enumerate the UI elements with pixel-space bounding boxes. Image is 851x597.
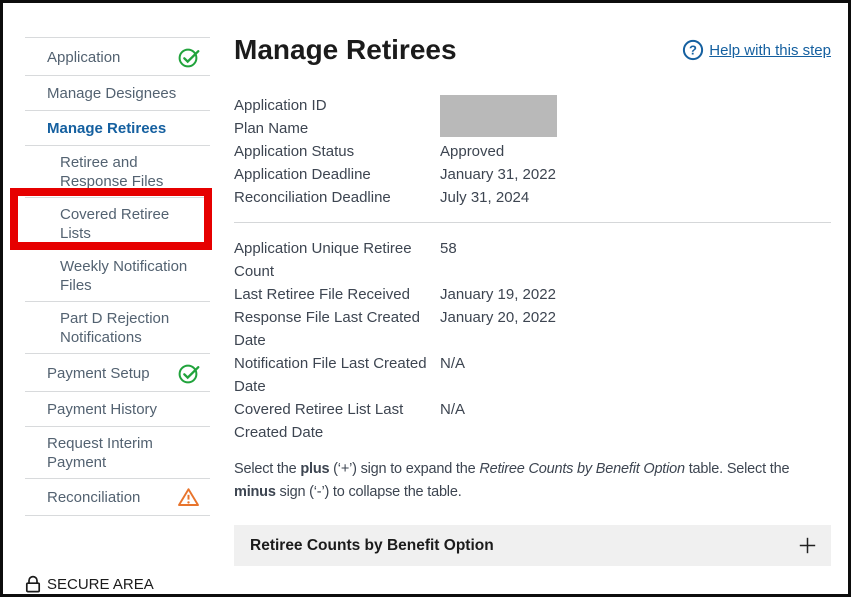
detail-label: Reconciliation Deadline (234, 186, 440, 209)
sidebar-item-weekly-notification-files[interactable]: Weekly Notification Files (25, 250, 210, 301)
instruction-segment: table. Select the (685, 461, 789, 477)
sidebar-item-payment-setup[interactable]: Payment Setup (25, 354, 210, 391)
sidebar-item-payment-history-row: Payment History (25, 391, 210, 426)
sidebar-list: Application Manage Designees Manage Reti… (25, 37, 210, 516)
check-circle-icon (178, 46, 200, 68)
detail-value: N/A (440, 398, 831, 444)
sidebar-item-application-row: Application (25, 37, 210, 75)
detail-row-last-retiree-file: Last Retiree File Received January 19, 2… (234, 283, 831, 306)
sidebar-item-application[interactable]: Application (25, 38, 210, 75)
detail-value: Approved (440, 140, 831, 163)
sidebar-item-reconciliation-link[interactable]: Reconciliation (47, 488, 140, 507)
sidebar-item-manage-designees-link[interactable]: Manage Designees (47, 84, 176, 103)
instruction-text: Select the plus (‘+’) sign to expand the… (234, 458, 831, 504)
sidebar-item-request-interim-payment[interactable]: Request Interim Payment (25, 427, 210, 478)
svg-text:?: ? (689, 43, 697, 58)
detail-label: Covered Retiree List Last Created Date (234, 398, 440, 444)
detail-label: Application Deadline (234, 163, 440, 186)
sidebar-item-retiree-response-files-link[interactable]: Retiree and Response Files (60, 153, 200, 191)
accordion-title: Retiree Counts by Benefit Option (250, 537, 494, 555)
detail-label: Plan Name (234, 117, 440, 140)
application-summary-bottom: Application Unique Retiree Count 58 Last… (234, 237, 831, 444)
sidebar-item-manage-retirees-row: Manage Retirees (25, 110, 210, 145)
detail-label: Application ID (234, 94, 440, 117)
sidebar-item-part-d-rejection-row: Part D Rejection Notifications (25, 301, 210, 353)
detail-row-application-status: Application Status Approved (234, 140, 831, 163)
detail-row-application-deadline: Application Deadline January 31, 2022 (234, 163, 831, 186)
instruction-segment-italic: Retiree Counts by Benefit Option (479, 461, 685, 477)
application-summary-top: Application ID Plan Name Application Sta… (234, 94, 831, 209)
detail-label: Response File Last Created Date (234, 306, 440, 352)
instruction-segment: (‘+’) sign to expand the (329, 461, 479, 477)
detail-label: Application Status (234, 140, 440, 163)
sidebar-item-weekly-notification-files-row: Weekly Notification Files (25, 249, 210, 301)
sidebar-item-reconciliation[interactable]: Reconciliation (25, 479, 210, 515)
sidebar-item-payment-history[interactable]: Payment History (25, 392, 210, 426)
sidebar-item-request-interim-payment-link[interactable]: Request Interim Payment (47, 434, 200, 472)
sidebar-item-part-d-rejection-notifications[interactable]: Part D Rejection Notifications (25, 302, 210, 353)
help-link-label[interactable]: Help with this step (709, 42, 831, 59)
help-link[interactable]: ? Help with this step (682, 39, 831, 61)
sidebar-item-reconciliation-row: Reconciliation (25, 478, 210, 516)
sidebar-item-manage-designees[interactable]: Manage Designees (25, 76, 210, 110)
detail-value: January 31, 2022 (440, 163, 831, 186)
sidebar-item-part-d-rejection-notifications-link[interactable]: Part D Rejection Notifications (60, 309, 200, 347)
help-question-icon: ? (682, 39, 704, 61)
detail-value: N/A (440, 352, 831, 398)
redacted-value-box (440, 95, 557, 137)
instruction-segment: Select the (234, 461, 300, 477)
detail-row-covered-retiree-list-date: Covered Retiree List Last Created Date N… (234, 398, 831, 444)
detail-label: Application Unique Retiree Count (234, 237, 440, 283)
detail-value: January 20, 2022 (440, 306, 831, 352)
detail-label: Last Retiree File Received (234, 283, 440, 306)
app-window: Application Manage Designees Manage Reti… (0, 0, 851, 597)
warning-triangle-icon (177, 487, 200, 508)
retiree-counts-accordion[interactable]: Retiree Counts by Benefit Option (234, 525, 831, 566)
sidebar-item-manage-retirees-link[interactable]: Manage Retirees (47, 119, 166, 138)
covered-retiree-lists-highlight-annotation (10, 188, 212, 250)
lock-icon (25, 575, 41, 593)
sidebar-item-manage-retirees[interactable]: Manage Retirees (25, 111, 210, 145)
detail-row-reconciliation-deadline: Reconciliation Deadline July 31, 2024 (234, 186, 831, 209)
sidebar-item-manage-designees-row: Manage Designees (25, 75, 210, 110)
sidebar-item-payment-setup-row: Payment Setup (25, 353, 210, 391)
main-content: Manage Retirees ? Help with this step Ap… (234, 3, 831, 566)
sidebar-item-application-link[interactable]: Application (47, 48, 120, 67)
check-circle-icon (178, 362, 200, 384)
detail-value: January 19, 2022 (440, 283, 831, 306)
sidebar-item-weekly-notification-files-link[interactable]: Weekly Notification Files (60, 257, 200, 295)
detail-value: July 31, 2024 (440, 186, 831, 209)
section-divider (234, 222, 831, 223)
sidebar-item-request-interim-payment-row: Request Interim Payment (25, 426, 210, 478)
detail-row-unique-retiree-count: Application Unique Retiree Count 58 (234, 237, 831, 283)
secure-area-label: SECURE AREA (47, 576, 154, 593)
instruction-segment: sign (‘-’) to collapse the table. (276, 484, 462, 500)
instruction-segment-bold: plus (300, 461, 329, 477)
instruction-segment-bold: minus (234, 484, 276, 500)
plus-expand-icon[interactable] (799, 537, 816, 554)
detail-row-response-file-date: Response File Last Created Date January … (234, 306, 831, 352)
detail-label: Notification File Last Created Date (234, 352, 440, 398)
sidebar-nav: Application Manage Designees Manage Reti… (25, 37, 210, 516)
secure-area: SECURE AREA (25, 575, 154, 593)
detail-value: 58 (440, 237, 831, 283)
sidebar-item-payment-history-link[interactable]: Payment History (47, 400, 157, 419)
sidebar-item-payment-setup-link[interactable]: Payment Setup (47, 364, 150, 383)
detail-row-notification-file-date: Notification File Last Created Date N/A (234, 352, 831, 398)
